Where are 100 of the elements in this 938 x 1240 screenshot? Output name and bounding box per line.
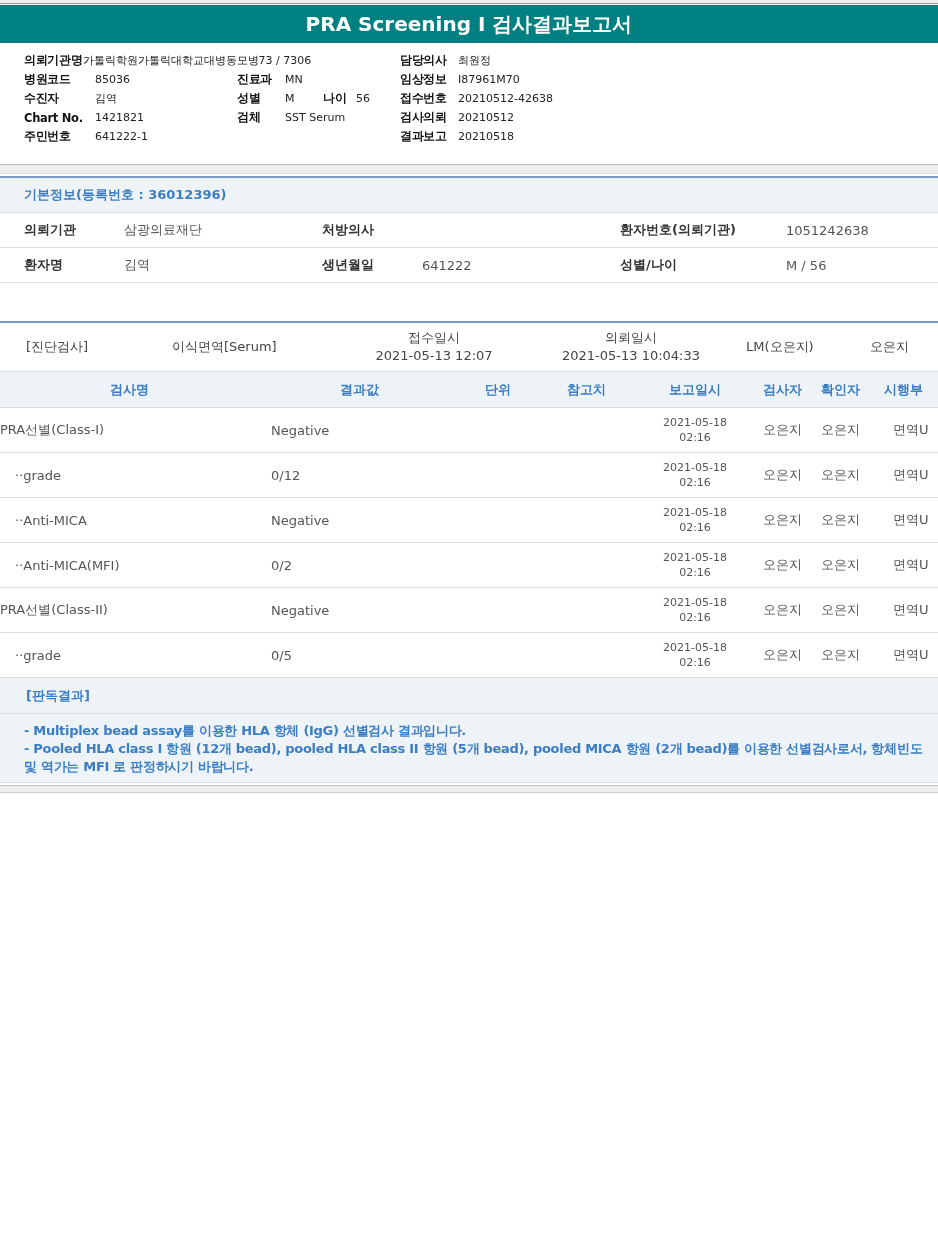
field-value: 641222: [422, 257, 472, 273]
section-title: [판독결과]: [26, 686, 90, 705]
field-label: 의뢰기관명: [24, 53, 83, 68]
table-cell-text: 오은지: [762, 646, 803, 664]
field-value: MN: [285, 73, 304, 86]
field-value: 삼광의료재단: [124, 221, 202, 239]
report-time: 02:16: [679, 520, 711, 535]
table-cell-text: 오은지: [762, 601, 803, 619]
field-label: 환자명: [24, 256, 64, 274]
requested-datetime: 2021-05-13 10:04:33: [561, 347, 701, 365]
report-date: 2021-05-18: [663, 415, 727, 430]
table-cell-text: 오은지: [819, 601, 861, 619]
field-value: SST Serum: [285, 111, 346, 124]
column-header: 검사명: [108, 380, 150, 399]
report-time: 02:16: [679, 610, 711, 625]
interpretation-text: - Pooled HLA class I 항원 (12개 bead), pooled HLA class II 항원 (5개 bead), pooled MICA 항원 (2개 bead)를 이용한 선별검사로서, 항체빈도 및 역가는 MFI 로 판정하시기 바랍니다.: [24, 740, 924, 776]
report-date: 2021-05-18: [663, 595, 727, 610]
report-date: 2021-05-18: [663, 505, 727, 520]
table-cell-text: 오은지: [762, 556, 803, 574]
column-header: 시행부: [883, 380, 924, 399]
table-cell-text: ··Anti-MICA(MFI): [14, 557, 121, 573]
field-label: Chart No.: [24, 110, 84, 125]
field-label: 임상정보: [400, 72, 448, 87]
field-value: 20210518: [458, 130, 514, 143]
field-label: 성별: [237, 91, 262, 106]
table-cell-text: 오은지: [819, 466, 861, 484]
table-cell-text: 면역U: [892, 466, 930, 484]
table-cell-text: 면역U: [892, 556, 930, 574]
field-value: 56: [356, 92, 371, 105]
table-cell-text: PRA선별(Class-I): [0, 421, 106, 439]
report-time: 02:16: [679, 565, 711, 580]
test-group-text: 이식면역[Serum]: [172, 338, 278, 356]
table-cell-text: 0/2: [270, 557, 293, 573]
report-time: 02:16: [679, 475, 711, 490]
column-header: 결과값: [338, 380, 380, 399]
field-value: M: [285, 92, 296, 105]
table-cell-text: 면역U: [892, 601, 930, 619]
interpretation-text: - Multiplex bead assay를 이용한 HLA 항체 (IgG) 선별검사 결과입니다.: [24, 722, 467, 740]
table-cell-text: Negative: [270, 512, 331, 528]
person-text: 오은지: [870, 338, 910, 356]
column-header: 확인자: [819, 380, 861, 399]
field-label: 처방의사: [322, 221, 375, 239]
field-value: 가톨릭학원가톨릭대학교대병동모병73 / 7306: [82, 53, 312, 68]
table-cell-text: 오은지: [819, 421, 861, 439]
field-label: 나이: [323, 91, 348, 106]
report-date: 2021-05-18: [663, 550, 727, 565]
category-text: [진단검사]: [25, 338, 90, 356]
field-label: 수진자: [24, 91, 61, 106]
table-cell-text: Negative: [270, 602, 331, 618]
field-value: 1421821: [95, 111, 144, 124]
field-label: 결과보고: [400, 129, 448, 144]
table-cell-text: PRA선별(Class-II): [0, 601, 109, 619]
field-label: 생년월일: [322, 256, 375, 274]
table-cell-text: 오은지: [819, 556, 861, 574]
field-label: 병원코드: [24, 72, 72, 87]
table-cell-text: 오은지: [762, 421, 803, 439]
table-cell-text: Negative: [270, 422, 331, 438]
table-cell-text: ··grade: [14, 467, 63, 483]
field-value: 20210512-42638: [458, 92, 553, 105]
table-cell-text: 0/12: [270, 467, 302, 483]
field-label: 담당의사: [400, 53, 448, 68]
table-cell-text: 오은지: [819, 511, 861, 529]
field-label: 환자번호(의뢰기관): [620, 221, 737, 239]
column-header: 참고치: [565, 380, 607, 399]
table-cell-text: 0/5: [270, 647, 293, 663]
field-value: 1051242638: [786, 222, 869, 238]
field-label: 접수번호: [400, 91, 448, 106]
table-cell-text: 면역U: [892, 646, 930, 664]
field-label: 진료과: [237, 72, 274, 87]
field-value: 641222-1: [95, 130, 148, 143]
field-label: 주민번호: [24, 129, 72, 144]
field-label: 검사의뢰: [400, 110, 448, 125]
lab-text: LM(오은지): [746, 338, 815, 356]
received-label: 접수일시: [408, 329, 460, 347]
report-date: 2021-05-18: [663, 640, 727, 655]
field-value: 최원정: [458, 53, 491, 68]
report-time: 02:16: [679, 655, 711, 670]
field-value: 20210512: [458, 111, 514, 124]
column-header: 보고일시: [668, 380, 722, 399]
requested-label: 의뢰일시: [605, 329, 657, 347]
field-value: 김역: [124, 256, 150, 274]
table-cell-text: 면역U: [892, 511, 930, 529]
table-cell-text: 오은지: [819, 646, 861, 664]
field-label: 성별/나이: [620, 256, 678, 274]
section-title: 기본정보(등록번호 : 36012396): [24, 186, 227, 204]
field-value: I87961M70: [458, 73, 520, 86]
field-value: 85036: [95, 73, 130, 86]
field-label: 검체: [237, 110, 262, 125]
field-value: M / 56: [786, 257, 827, 273]
column-header: 단위: [484, 380, 512, 399]
table-cell-text: ··Anti-MICA: [14, 512, 88, 528]
received-datetime: 2021-05-13 12:07: [375, 347, 493, 365]
field-label: 의뢰기관: [24, 221, 77, 239]
report-title: PRA Screening I 검사결과보고서: [0, 5, 938, 43]
table-cell-text: 오은지: [762, 511, 803, 529]
report-date: 2021-05-18: [663, 460, 727, 475]
table-cell-text: ··grade: [14, 647, 63, 663]
table-cell-text: 오은지: [762, 466, 803, 484]
report-time: 02:16: [679, 430, 711, 445]
table-cell-text: 면역U: [892, 421, 930, 439]
